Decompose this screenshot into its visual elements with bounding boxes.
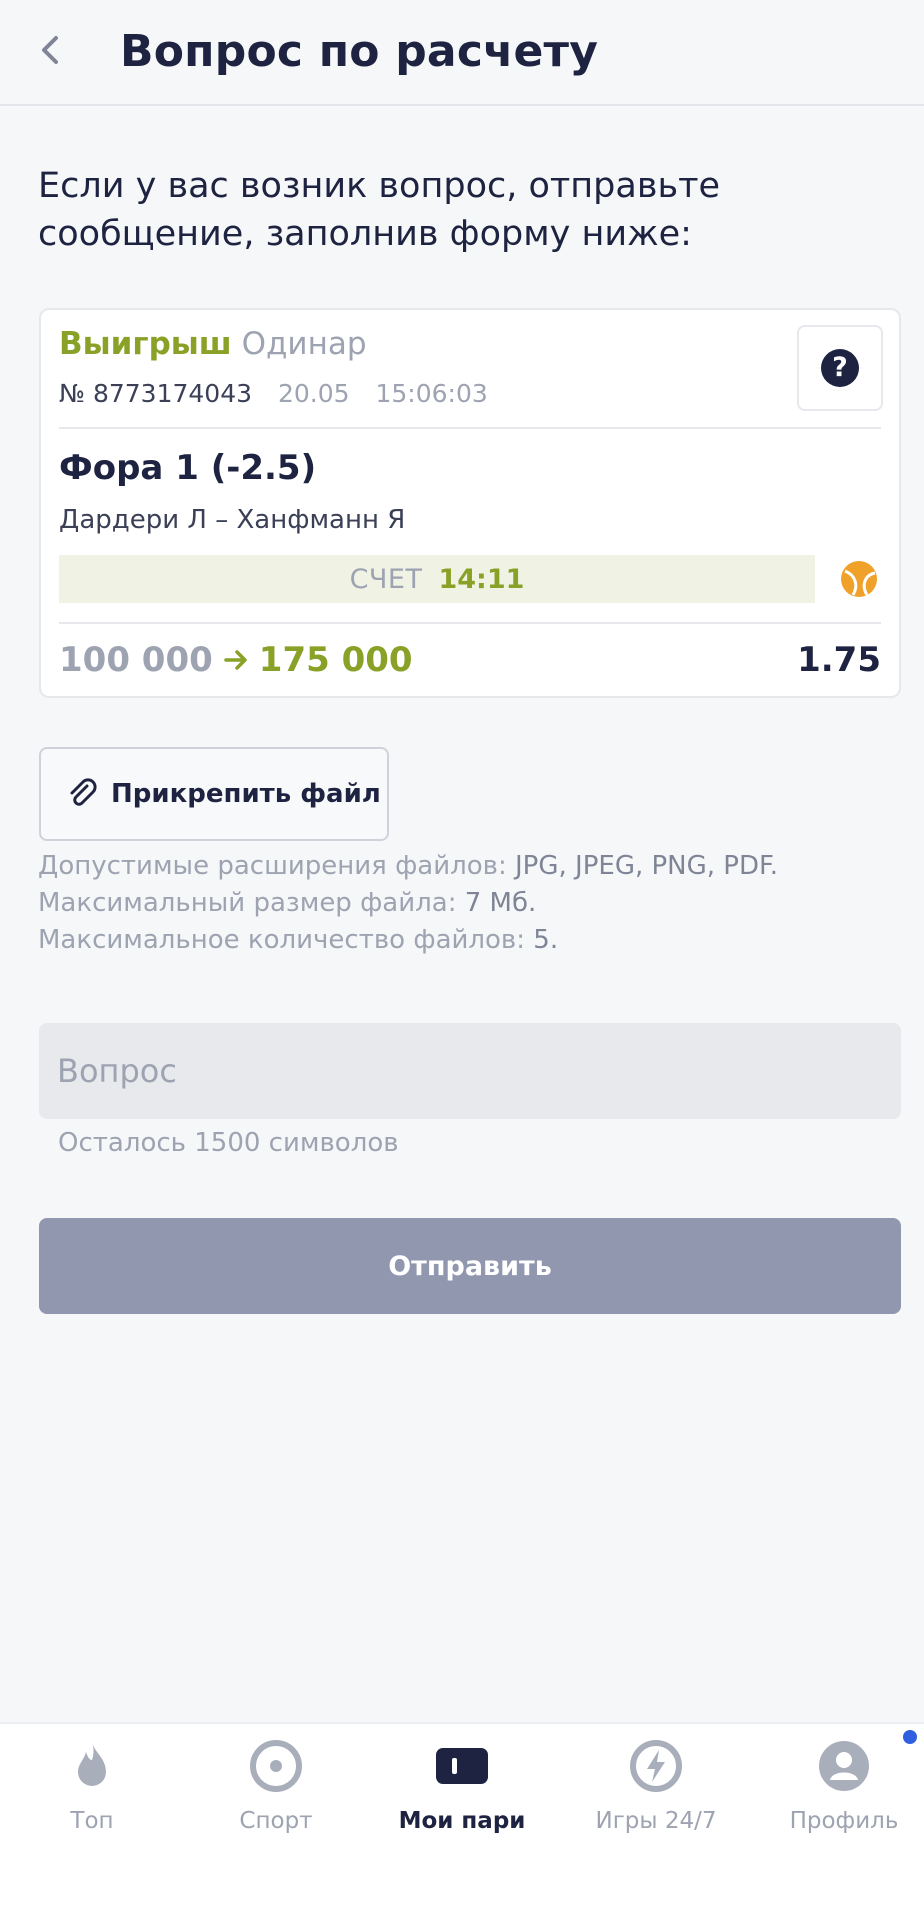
bet-type: Одинар bbox=[241, 326, 367, 362]
bottom-tab-bar: Топ Спорт Мои пари Игры 24/7 Профиль bbox=[0, 1722, 924, 1920]
page-title: Вопрос по расчету bbox=[120, 26, 599, 77]
tab-label: Топ bbox=[70, 1808, 114, 1834]
attach-file-label: Прикрепить файл bbox=[111, 779, 381, 809]
bet-meta: № 8773174043 20.05 15:06:03 bbox=[59, 379, 488, 408]
ticket-icon bbox=[436, 1748, 488, 1784]
tennis-ball-icon bbox=[841, 561, 877, 597]
tab-label: Профиль bbox=[789, 1808, 899, 1834]
tab-top[interactable]: Топ bbox=[0, 1724, 184, 1864]
flame-icon bbox=[78, 1742, 106, 1786]
back-arrow-icon[interactable] bbox=[34, 30, 68, 70]
divider bbox=[59, 427, 881, 429]
score-value: 14:11 bbox=[438, 563, 525, 595]
file-rule-extensions: Допустимые расширения файлов: JPG, JPEG,… bbox=[38, 851, 779, 881]
bet-status: Выигрыш bbox=[59, 326, 232, 362]
tab-sport[interactable]: Спорт bbox=[184, 1724, 368, 1864]
tab-label: Мои пари bbox=[398, 1808, 526, 1834]
divider bbox=[59, 622, 881, 624]
bet-card: Выигрыш Одинар № 8773174043 20.05 15:06:… bbox=[39, 308, 901, 698]
score-bar: СЧЕТ 14:11 bbox=[59, 555, 815, 603]
score-label: СЧЕТ bbox=[349, 563, 423, 595]
bet-stake: 100 000 bbox=[59, 640, 213, 680]
file-rule-size: Максимальный размер файла: 7 Мб. bbox=[38, 888, 537, 918]
help-button[interactable]: ? bbox=[797, 325, 883, 411]
bet-time: 15:06:03 bbox=[375, 379, 488, 408]
target-icon bbox=[250, 1740, 302, 1792]
attach-file-button[interactable]: Прикрепить файл bbox=[39, 747, 389, 841]
bet-market: Фора 1 (-2.5) bbox=[59, 448, 317, 488]
tab-my-bets[interactable]: Мои пари bbox=[370, 1724, 554, 1864]
intro-text: Если у вас возник вопрос, отправьте сооб… bbox=[38, 166, 721, 254]
chars-left-counter: Осталось 1500 символов bbox=[58, 1128, 399, 1158]
tab-games[interactable]: Игры 24/7 bbox=[564, 1724, 748, 1864]
file-rule-count: Максимальное количество файлов: 5. bbox=[38, 925, 559, 955]
profile-icon bbox=[819, 1741, 869, 1791]
tab-label: Спорт bbox=[239, 1808, 313, 1834]
header: Вопрос по расчету bbox=[0, 0, 924, 106]
file-rules: Допустимые расширения файлов: JPG, JPEG,… bbox=[38, 848, 778, 959]
lightning-icon bbox=[630, 1740, 682, 1792]
submit-button[interactable]: Отправить bbox=[39, 1218, 901, 1314]
notification-dot bbox=[903, 1730, 917, 1744]
arrow-right-icon bbox=[224, 650, 247, 670]
tab-label: Игры 24/7 bbox=[595, 1808, 717, 1834]
bet-date: 20.05 bbox=[277, 379, 350, 408]
question-icon: ? bbox=[821, 349, 859, 387]
bet-teams: Дардери Л – Ханфманн Я bbox=[59, 505, 406, 535]
bet-number: № 8773174043 bbox=[59, 379, 253, 408]
bet-odds: 1.75 bbox=[797, 640, 881, 680]
tab-profile[interactable]: Профиль bbox=[752, 1724, 924, 1864]
bet-payout: 175 000 bbox=[258, 640, 413, 680]
question-input[interactable] bbox=[39, 1023, 901, 1119]
bet-amounts: 100 000 175 000 bbox=[59, 640, 413, 680]
bet-status-line: Выигрыш Одинар bbox=[59, 326, 367, 362]
paperclip-icon bbox=[70, 778, 97, 806]
